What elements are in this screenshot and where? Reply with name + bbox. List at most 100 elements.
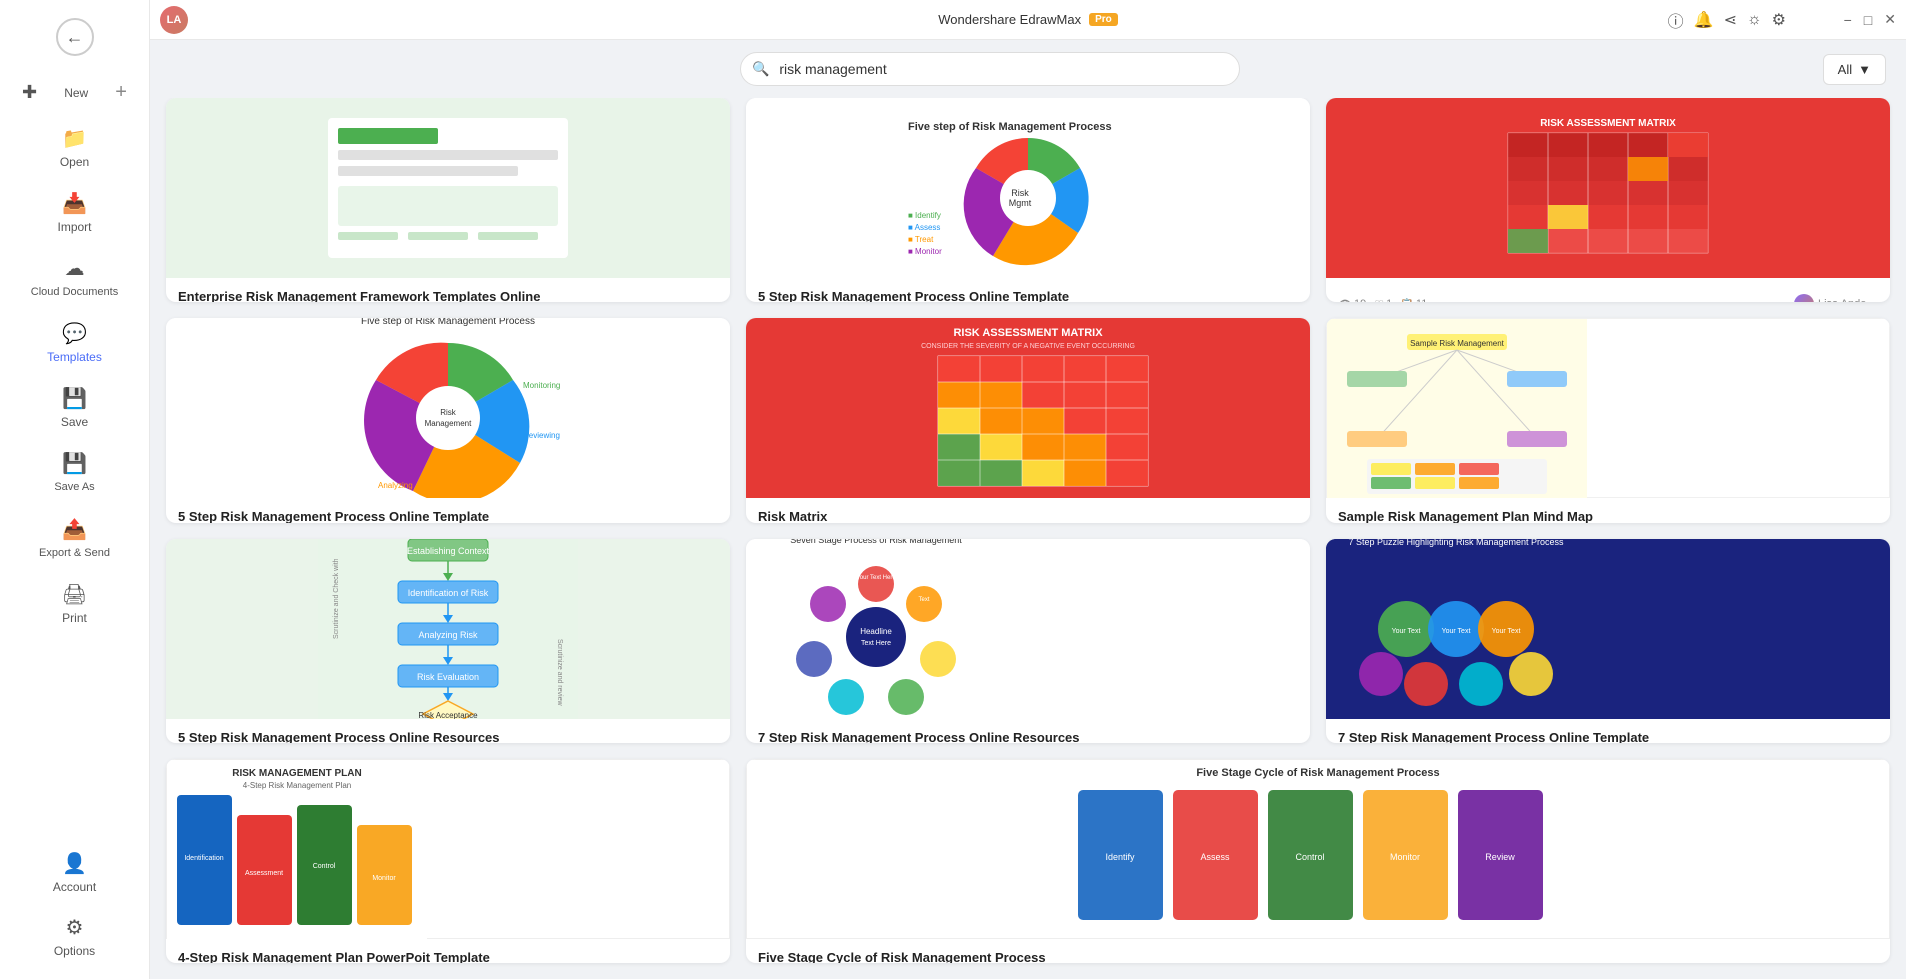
- card-thumb-5: RISK ASSESSMENT MATRIX CONSIDER THE SEVE…: [746, 318, 1310, 498]
- svg-text:Five step of Risk Management P: Five step of Risk Management Process: [908, 121, 1112, 133]
- sidebar-item-options[interactable]: ⚙ Options: [8, 905, 141, 968]
- svg-text:Five step of Risk Management P: Five step of Risk Management Process: [361, 318, 535, 327]
- app-title: Wondershare EdrawMax Pro: [938, 12, 1118, 27]
- sidebar-item-save[interactable]: 💾 Save: [8, 376, 141, 439]
- svg-text:Five Stage Cycle of Risk Manag: Five Stage Cycle of Risk Management Proc…: [1196, 767, 1439, 779]
- main-area: LA Wondershare EdrawMax Pro ⓘ 🔔 ⋖ ☼ ⚙ − …: [150, 0, 1906, 979]
- svg-text:Risk Evaluation: Risk Evaluation: [417, 672, 479, 682]
- svg-text:CONSIDER THE SEVERITY OF A NEG: CONSIDER THE SEVERITY OF A NEGATIVE EVEN…: [921, 343, 1135, 350]
- svg-text:Identify: Identify: [1105, 852, 1135, 862]
- svg-text:Identification: Identification: [184, 855, 223, 862]
- svg-text:Assessment: Assessment: [245, 870, 283, 877]
- filter-button[interactable]: All ▼: [1823, 54, 1886, 85]
- card-body-11: Five Stage Cycle of Risk Management Proc…: [746, 939, 1890, 963]
- card-title-7: 5 Step Risk Management Process Online Re…: [178, 729, 718, 743]
- titlebar: LA Wondershare EdrawMax Pro ⓘ 🔔 ⋖ ☼ ⚙ − …: [150, 0, 1906, 40]
- back-button[interactable]: ←: [56, 18, 94, 56]
- card-thumb-6: Sample Risk Management: [1326, 318, 1890, 498]
- settings-icon[interactable]: ⚙: [1772, 10, 1786, 30]
- template-card-6[interactable]: Sample Risk Management: [1326, 318, 1890, 522]
- card-thumb-10: RISK MANAGEMENT PLAN 4-Step Risk Managem…: [166, 759, 730, 939]
- card-body-5: Risk Matrix 👁 193 ♡ 3 📋 79 Communit...: [746, 498, 1310, 522]
- svg-text:Risk: Risk: [440, 408, 457, 417]
- svg-text:Assess: Assess: [1200, 852, 1230, 862]
- svg-text:RISK MANAGEMENT PLAN: RISK MANAGEMENT PLAN: [232, 768, 361, 779]
- cloud-icon: ☁: [65, 256, 85, 281]
- card-body-2: 5 Step Risk Management Process Online Te…: [746, 278, 1310, 302]
- sidebar-item-label-export: Export & Send: [39, 546, 110, 560]
- import-icon: 📥: [62, 191, 87, 216]
- svg-text:Review: Review: [1485, 852, 1515, 862]
- template-card-7[interactable]: Establishing Context Identification of R…: [166, 539, 730, 743]
- sidebar-item-print[interactable]: 🖨 Print: [8, 572, 141, 635]
- svg-text:Mgmt: Mgmt: [1009, 198, 1032, 208]
- template-card-5[interactable]: RISK ASSESSMENT MATRIX CONSIDER THE SEVE…: [746, 318, 1310, 522]
- help-icon[interactable]: ⓘ: [1668, 8, 1684, 32]
- card-meta-3: 👁 19 ♡ 1 📋 11 Lisa Anders...: [1338, 294, 1878, 302]
- new-icon: ✚: [22, 82, 37, 103]
- card-body-7: 5 Step Risk Management Process Online Re…: [166, 719, 730, 743]
- sidebar-item-label-templates: Templates: [47, 350, 102, 364]
- card-body-8: 7 Step Risk Management Process Online Re…: [746, 719, 1310, 743]
- svg-text:Scrutinize and review: Scrutinize and review: [556, 639, 563, 706]
- card-body-10: 4-Step Risk Management Plan PowerPoit Te…: [166, 939, 730, 963]
- sidebar-item-label-open: Open: [60, 155, 89, 169]
- template-card-8[interactable]: Seven Stage Process of Risk Management H…: [746, 539, 1310, 743]
- sidebar-item-label-save: Save: [61, 415, 88, 429]
- sidebar-item-export[interactable]: 📤 Export & Send: [8, 507, 141, 570]
- sidebar-item-label-account: Account: [53, 880, 96, 894]
- card-title-1: Enterprise Risk Management Framework Tem…: [178, 288, 718, 302]
- svg-text:Identification of Risk: Identification of Risk: [408, 588, 489, 598]
- apps-icon[interactable]: ⋖: [1724, 10, 1737, 30]
- sidebar-item-new[interactable]: ✚ New +: [8, 71, 141, 114]
- sidebar-item-label-saveas: Save As: [54, 480, 94, 494]
- search-bar: 🔍 All ▼: [150, 40, 1906, 98]
- template-card-11[interactable]: Five Stage Cycle of Risk Management Proc…: [746, 759, 1890, 963]
- save-icon: 💾: [62, 386, 87, 411]
- close-button[interactable]: ✕: [1884, 11, 1896, 28]
- sidebar-item-import[interactable]: 📥 Import: [8, 181, 141, 244]
- views-3: 👁 19: [1338, 298, 1366, 303]
- svg-text:Your Text: Your Text: [1442, 628, 1471, 635]
- sidebar-item-templates[interactable]: 💬 Templates: [8, 311, 141, 374]
- svg-text:Reviewing: Reviewing: [523, 431, 560, 440]
- search-input[interactable]: [740, 52, 1240, 86]
- svg-text:Monitor: Monitor: [372, 875, 396, 882]
- card-thumb-11: Five Stage Cycle of Risk Management Proc…: [746, 759, 1890, 939]
- theme-icon[interactable]: ☼: [1747, 11, 1762, 29]
- template-card-4[interactable]: Five step of Risk Management Process Ris…: [166, 318, 730, 522]
- sidebar-item-label-new: New: [64, 86, 88, 100]
- minimize-button[interactable]: −: [1844, 12, 1852, 28]
- sidebar-nav: ✚ New + 📁 Open 📥 Import ☁ Cloud Document…: [0, 66, 149, 840]
- template-card-9[interactable]: 7 Step Puzzle Highlighting Risk Manageme…: [1326, 539, 1890, 743]
- saveas-icon: 💾: [62, 451, 87, 476]
- sidebar-item-cloud[interactable]: ☁ Cloud Documents: [8, 246, 141, 309]
- card-title-6: Sample Risk Management Plan Mind Map: [1338, 508, 1878, 522]
- svg-text:■ Treat: ■ Treat: [908, 235, 934, 244]
- add-icon: +: [115, 81, 127, 104]
- notification-icon[interactable]: 🔔: [1694, 10, 1714, 30]
- card-body-6: Sample Risk Management Plan Mind Map 👁 1…: [1326, 498, 1890, 522]
- pro-badge: Pro: [1089, 13, 1118, 26]
- user-avatar[interactable]: LA: [160, 6, 188, 34]
- template-card-3[interactable]: RISK ASSESSMENT MATRIX: [1326, 98, 1890, 302]
- sidebar-back-area: ←: [0, 0, 149, 66]
- template-card-2[interactable]: Five step of Risk Management Process Ris…: [746, 98, 1310, 302]
- card-title-8: 7 Step Risk Management Process Online Re…: [758, 729, 1298, 743]
- svg-text:Monitor: Monitor: [1390, 852, 1420, 862]
- svg-text:■ Assess: ■ Assess: [908, 223, 940, 232]
- svg-text:Your Text: Your Text: [1492, 628, 1521, 635]
- card-body-3: 👁 19 ♡ 1 📋 11 Lisa Anders...: [1326, 278, 1890, 302]
- sidebar-item-account[interactable]: 👤 Account: [8, 841, 141, 904]
- maximize-button[interactable]: □: [1864, 12, 1872, 28]
- svg-text:Establishing Context: Establishing Context: [407, 546, 490, 556]
- sidebar-bottom: 👤 Account ⚙ Options: [0, 840, 149, 979]
- sidebar-item-saveas[interactable]: 💾 Save As: [8, 441, 141, 504]
- sidebar-item-label-import: Import: [57, 220, 91, 234]
- card-thumb-4: Five step of Risk Management Process Ris…: [166, 318, 730, 498]
- template-card-10[interactable]: RISK MANAGEMENT PLAN 4-Step Risk Managem…: [166, 759, 730, 963]
- sidebar-item-open[interactable]: 📁 Open: [8, 116, 141, 179]
- card-body-1: Enterprise Risk Management Framework Tem…: [166, 278, 730, 302]
- export-icon: 📤: [62, 517, 87, 542]
- template-card-1[interactable]: Enterprise Risk Management Framework Tem…: [166, 98, 730, 302]
